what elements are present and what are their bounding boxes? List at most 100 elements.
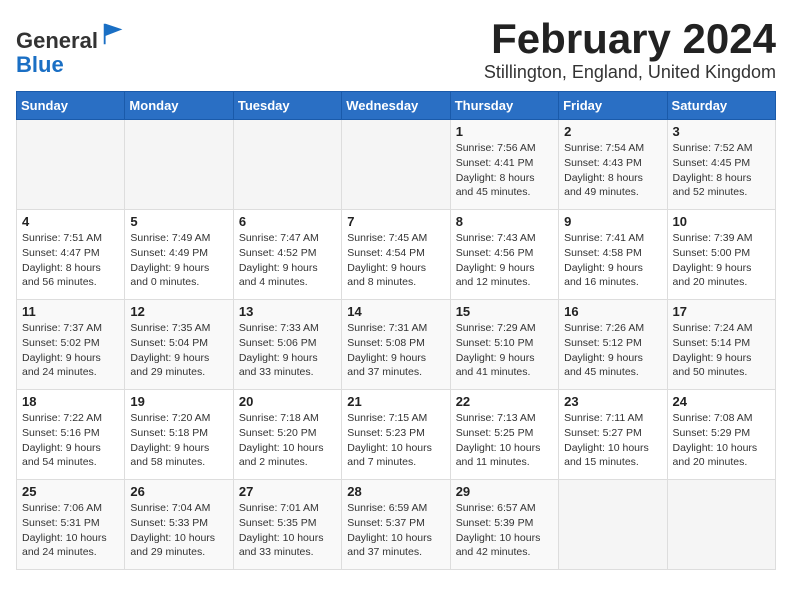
calendar-day-cell: 23 Sunrise: 7:11 AM Sunset: 5:27 PM Dayli… — [559, 390, 667, 480]
calendar-day-cell: 3 Sunrise: 7:52 AM Sunset: 4:45 PM Daylig… — [667, 120, 775, 210]
calendar-day-cell: 17 Sunrise: 7:24 AM Sunset: 5:14 PM Dayli… — [667, 300, 775, 390]
day-number: 12 — [130, 304, 227, 319]
calendar-day-cell: 16Sunrise: 7:26 AM Sunset: 5:12 PM Dayli… — [559, 300, 667, 390]
day-info: Sunrise: 7:56 AM Sunset: 4:41 PM Dayligh… — [456, 141, 553, 200]
page-header: General Blue February 2024 Stillington, … — [16, 16, 776, 83]
day-number: 26 — [130, 484, 227, 499]
day-number: 5 — [130, 214, 227, 229]
day-info: Sunrise: 7:45 AM Sunset: 4:54 PM Dayligh… — [347, 231, 444, 290]
weekday-header-row: SundayMondayTuesdayWednesdayThursdayFrid… — [17, 92, 776, 120]
day-number: 11 — [22, 304, 119, 319]
day-info: Sunrise: 7:52 AM Sunset: 4:45 PM Dayligh… — [673, 141, 770, 200]
logo-general-text: General — [16, 28, 98, 53]
day-info: Sunrise: 7:01 AM Sunset: 5:35 PM Dayligh… — [239, 501, 336, 560]
calendar-day-cell — [342, 120, 450, 210]
day-number: 15 — [456, 304, 553, 319]
calendar-day-cell: 8 Sunrise: 7:43 AM Sunset: 4:56 PM Daylig… — [450, 210, 558, 300]
calendar-day-cell: 25 Sunrise: 7:06 AM Sunset: 5:31 PM Dayli… — [17, 480, 125, 570]
weekday-header: Saturday — [667, 92, 775, 120]
day-info: Sunrise: 7:49 AM Sunset: 4:49 PM Dayligh… — [130, 231, 227, 290]
day-number: 4 — [22, 214, 119, 229]
day-number: 21 — [347, 394, 444, 409]
day-info: Sunrise: 7:26 AM Sunset: 5:12 PM Dayligh… — [564, 321, 661, 380]
calendar-day-cell — [233, 120, 341, 210]
day-info: Sunrise: 7:31 AM Sunset: 5:08 PM Dayligh… — [347, 321, 444, 380]
day-info: Sunrise: 7:43 AM Sunset: 4:56 PM Dayligh… — [456, 231, 553, 290]
day-info: Sunrise: 7:37 AM Sunset: 5:02 PM Dayligh… — [22, 321, 119, 380]
day-info: Sunrise: 7:47 AM Sunset: 4:52 PM Dayligh… — [239, 231, 336, 290]
calendar-day-cell: 22 Sunrise: 7:13 AM Sunset: 5:25 PM Dayli… — [450, 390, 558, 480]
weekday-header: Wednesday — [342, 92, 450, 120]
calendar-day-cell: 24Sunrise: 7:08 AM Sunset: 5:29 PM Dayli… — [667, 390, 775, 480]
day-number: 8 — [456, 214, 553, 229]
calendar-day-cell: 26 Sunrise: 7:04 AM Sunset: 5:33 PM Dayli… — [125, 480, 233, 570]
calendar-title: February 2024 — [484, 16, 776, 62]
calendar-day-cell: 29 Sunrise: 6:57 AM Sunset: 5:39 PM Dayli… — [450, 480, 558, 570]
weekday-header: Sunday — [17, 92, 125, 120]
day-number: 22 — [456, 394, 553, 409]
weekday-header: Tuesday — [233, 92, 341, 120]
calendar-day-cell: 27 Sunrise: 7:01 AM Sunset: 5:35 PM Dayli… — [233, 480, 341, 570]
day-number: 20 — [239, 394, 336, 409]
calendar-week-row: 11 Sunrise: 7:37 AM Sunset: 5:02 PM Dayli… — [17, 300, 776, 390]
day-number: 1 — [456, 124, 553, 139]
day-info: Sunrise: 7:13 AM Sunset: 5:25 PM Dayligh… — [456, 411, 553, 470]
calendar-day-cell: 9Sunrise: 7:41 AM Sunset: 4:58 PM Daylig… — [559, 210, 667, 300]
day-info: Sunrise: 7:18 AM Sunset: 5:20 PM Dayligh… — [239, 411, 336, 470]
logo-flag-icon — [100, 20, 128, 48]
day-number: 29 — [456, 484, 553, 499]
day-number: 13 — [239, 304, 336, 319]
weekday-header: Thursday — [450, 92, 558, 120]
calendar-week-row: 25 Sunrise: 7:06 AM Sunset: 5:31 PM Dayli… — [17, 480, 776, 570]
calendar-table: SundayMondayTuesdayWednesdayThursdayFrid… — [16, 91, 776, 570]
day-number: 3 — [673, 124, 770, 139]
logo-blue-text: Blue — [16, 52, 64, 77]
day-info: Sunrise: 7:51 AM Sunset: 4:47 PM Dayligh… — [22, 231, 119, 290]
calendar-day-cell: 20 Sunrise: 7:18 AM Sunset: 5:20 PM Dayli… — [233, 390, 341, 480]
day-number: 17 — [673, 304, 770, 319]
day-number: 2 — [564, 124, 661, 139]
calendar-day-cell — [125, 120, 233, 210]
calendar-day-cell: 21 Sunrise: 7:15 AM Sunset: 5:23 PM Dayli… — [342, 390, 450, 480]
day-info: Sunrise: 7:39 AM Sunset: 5:00 PM Dayligh… — [673, 231, 770, 290]
calendar-day-cell: 12Sunrise: 7:35 AM Sunset: 5:04 PM Dayli… — [125, 300, 233, 390]
day-number: 25 — [22, 484, 119, 499]
day-number: 18 — [22, 394, 119, 409]
title-section: February 2024 Stillington, England, Unit… — [484, 16, 776, 83]
day-info: Sunrise: 7:33 AM Sunset: 5:06 PM Dayligh… — [239, 321, 336, 380]
calendar-day-cell: 2 Sunrise: 7:54 AM Sunset: 4:43 PM Daylig… — [559, 120, 667, 210]
calendar-day-cell: 4 Sunrise: 7:51 AM Sunset: 4:47 PM Daylig… — [17, 210, 125, 300]
calendar-day-cell — [667, 480, 775, 570]
calendar-week-row: 18Sunrise: 7:22 AM Sunset: 5:16 PM Dayli… — [17, 390, 776, 480]
calendar-day-cell: 28 Sunrise: 6:59 AM Sunset: 5:37 PM Dayli… — [342, 480, 450, 570]
day-info: Sunrise: 7:20 AM Sunset: 5:18 PM Dayligh… — [130, 411, 227, 470]
day-info: Sunrise: 7:06 AM Sunset: 5:31 PM Dayligh… — [22, 501, 119, 560]
calendar-day-cell — [17, 120, 125, 210]
weekday-header: Monday — [125, 92, 233, 120]
day-info: Sunrise: 7:29 AM Sunset: 5:10 PM Dayligh… — [456, 321, 553, 380]
calendar-day-cell — [559, 480, 667, 570]
day-info: Sunrise: 7:11 AM Sunset: 5:27 PM Dayligh… — [564, 411, 661, 470]
day-info: Sunrise: 7:54 AM Sunset: 4:43 PM Dayligh… — [564, 141, 661, 200]
calendar-day-cell: 1 Sunrise: 7:56 AM Sunset: 4:41 PM Daylig… — [450, 120, 558, 210]
day-number: 27 — [239, 484, 336, 499]
calendar-day-cell: 19 Sunrise: 7:20 AM Sunset: 5:18 PM Dayli… — [125, 390, 233, 480]
day-info: Sunrise: 7:15 AM Sunset: 5:23 PM Dayligh… — [347, 411, 444, 470]
day-info: Sunrise: 7:04 AM Sunset: 5:33 PM Dayligh… — [130, 501, 227, 560]
calendar-day-cell: 5 Sunrise: 7:49 AM Sunset: 4:49 PM Daylig… — [125, 210, 233, 300]
logo: General Blue — [16, 20, 128, 77]
day-number: 9 — [564, 214, 661, 229]
day-number: 7 — [347, 214, 444, 229]
day-info: Sunrise: 6:59 AM Sunset: 5:37 PM Dayligh… — [347, 501, 444, 560]
day-info: Sunrise: 6:57 AM Sunset: 5:39 PM Dayligh… — [456, 501, 553, 560]
day-info: Sunrise: 7:24 AM Sunset: 5:14 PM Dayligh… — [673, 321, 770, 380]
day-number: 19 — [130, 394, 227, 409]
calendar-week-row: 4 Sunrise: 7:51 AM Sunset: 4:47 PM Daylig… — [17, 210, 776, 300]
calendar-day-cell: 15 Sunrise: 7:29 AM Sunset: 5:10 PM Dayli… — [450, 300, 558, 390]
day-number: 23 — [564, 394, 661, 409]
day-number: 28 — [347, 484, 444, 499]
weekday-header: Friday — [559, 92, 667, 120]
day-number: 14 — [347, 304, 444, 319]
calendar-day-cell: 11 Sunrise: 7:37 AM Sunset: 5:02 PM Dayli… — [17, 300, 125, 390]
calendar-week-row: 1 Sunrise: 7:56 AM Sunset: 4:41 PM Daylig… — [17, 120, 776, 210]
